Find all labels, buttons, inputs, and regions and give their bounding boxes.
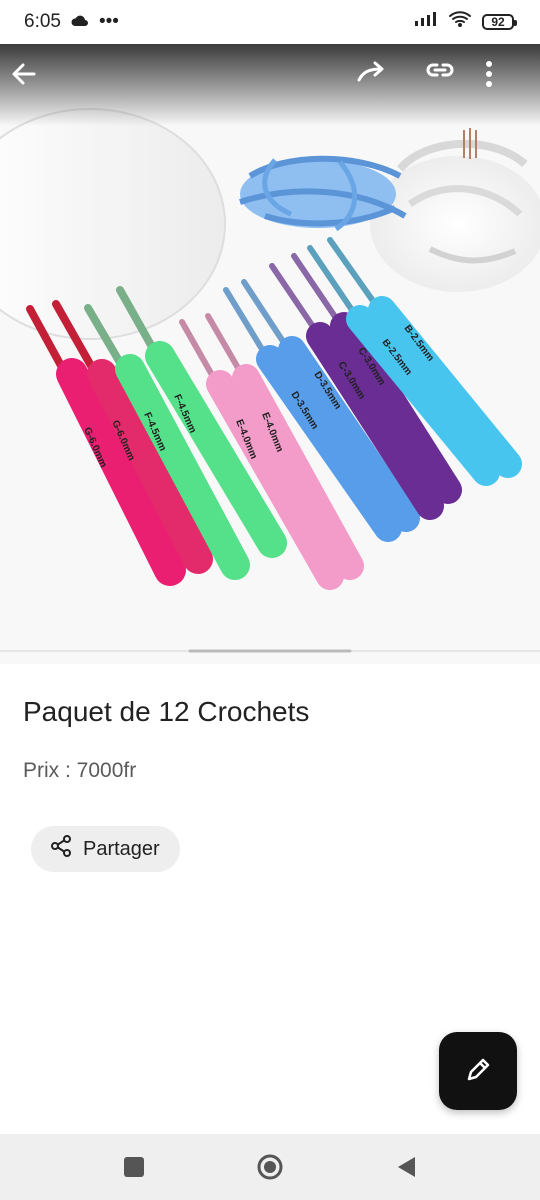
forward-icon [357, 61, 384, 82]
back-system-button[interactable] [386, 1147, 426, 1187]
pencil-icon [467, 1058, 490, 1081]
more-button[interactable] [484, 60, 532, 108]
triangle-icon [398, 1157, 415, 1177]
home-button[interactable] [250, 1147, 290, 1187]
share-icon [49, 834, 73, 864]
link-icon [426, 63, 454, 77]
cloud-icon [71, 11, 89, 33]
back-button[interactable] [10, 60, 58, 108]
crochet-hooks-photo: G-6.0mm G-6.0mm F-4.5mm F-4.5mm E-4.0mm … [0, 44, 540, 664]
system-navigation-bar [0, 1134, 540, 1200]
link-button[interactable] [425, 60, 473, 108]
arrow-left-icon [12, 63, 36, 85]
forward-button[interactable] [356, 60, 404, 108]
share-label: Partager [83, 837, 160, 860]
status-left: 6:05 ••• [24, 11, 119, 33]
wifi-icon [448, 10, 472, 34]
signal-icon [414, 11, 438, 33]
product-title: Paquet de 12 Crochets [23, 696, 310, 727]
circle-icon [257, 1154, 283, 1180]
product-image: G-6.0mm G-6.0mm F-4.5mm F-4.5mm E-4.0mm … [0, 44, 540, 664]
status-time: 6:05 [24, 11, 61, 32]
more-vertical-icon [486, 61, 492, 87]
share-button[interactable]: Partager [31, 826, 180, 872]
recent-apps-button[interactable] [114, 1147, 154, 1187]
battery-icon: 92 [482, 14, 517, 30]
square-icon [124, 1157, 144, 1177]
product-price: Prix : 7000fr [23, 759, 137, 782]
edit-button[interactable] [439, 1032, 517, 1110]
more-notifications-icon: ••• [98, 11, 119, 32]
status-right: 92 [414, 10, 517, 34]
status-bar: 6:05 ••• 92 [0, 0, 540, 44]
